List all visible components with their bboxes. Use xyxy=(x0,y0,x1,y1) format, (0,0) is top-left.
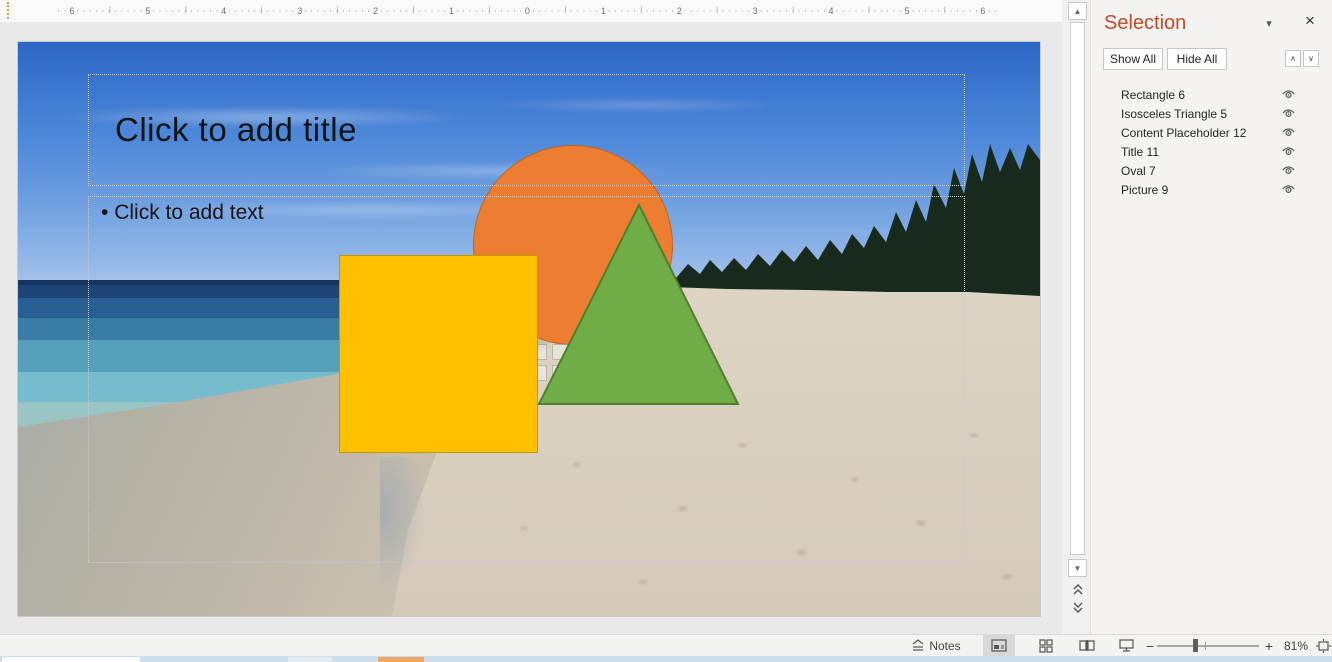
background-window-segment xyxy=(378,657,424,662)
ruler-marks: 6 | 5 | 4 | 3 | 2 | 1 | 0 | 1 | 2 | 3 | 4 | 5 | 6 xyxy=(67,0,988,22)
selection-list-item[interactable]: Isosceles Triangle 5 xyxy=(1091,105,1332,124)
ruler-mark: | xyxy=(788,0,798,22)
ruler-mark: | xyxy=(333,0,343,22)
ruler-mark: | xyxy=(257,0,267,22)
selection-pane-title: Selection xyxy=(1104,12,1186,35)
fit-to-window-icon xyxy=(1316,639,1331,653)
visibility-eye-toggle[interactable] xyxy=(1281,89,1296,100)
ruler-mark: | xyxy=(181,0,191,22)
ruler-cursor-indicator xyxy=(7,2,9,19)
double-chevron-down-icon xyxy=(1072,601,1084,613)
reading-view-button[interactable] xyxy=(1072,635,1102,656)
title-placeholder[interactable]: Click to add title xyxy=(88,74,965,186)
visibility-eye-toggle[interactable] xyxy=(1281,184,1296,195)
pane-close-button[interactable]: × xyxy=(1299,10,1321,32)
ruler-mark: | xyxy=(712,0,722,22)
scroll-up-button[interactable]: ▲ xyxy=(1068,2,1087,20)
normal-view-icon xyxy=(991,639,1007,652)
zoom-level-label[interactable]: 81% xyxy=(1278,635,1314,656)
bullet-glyph: • xyxy=(101,201,108,224)
powerpoint-window: 6|5|4|3|2|1|0|1|2|3|4|5|6 Click t xyxy=(0,0,1332,662)
isosceles-triangle-5-shape[interactable] xyxy=(537,203,740,406)
ruler-mark: 6 xyxy=(978,0,988,22)
object-name-label[interactable]: Content Placeholder 12 xyxy=(1121,126,1246,140)
double-chevron-up-icon xyxy=(1072,584,1084,596)
scrollbar-thumb[interactable] xyxy=(1070,22,1085,555)
slide-show-icon xyxy=(1119,639,1134,652)
object-name-label[interactable]: Picture 9 xyxy=(1121,183,1168,197)
slide-editing-area: Click to add title • Click to add text xyxy=(0,22,1062,634)
zoom-slider-notch xyxy=(1205,642,1206,650)
slide-canvas[interactable]: Click to add title • Click to add text xyxy=(18,42,1040,616)
ruler-mark: 5 xyxy=(902,0,912,22)
notes-label: Notes xyxy=(929,639,960,653)
horizontal-ruler[interactable]: 6 | 5 | 4 | 3 | 2 | 1 | 0 | 1 | 2 | 3 | 4 | 5 | 6 xyxy=(0,0,1062,22)
object-name-label[interactable]: Oval 7 xyxy=(1121,164,1156,178)
visibility-eye-toggle[interactable] xyxy=(1281,127,1296,138)
ruler-mark: | xyxy=(864,0,874,22)
slide-sorter-icon xyxy=(1039,639,1053,653)
ruler-mark: | xyxy=(636,0,646,22)
ruler-mark: 4 xyxy=(826,0,836,22)
selection-object-list: Rectangle 6 Isosceles Triangle 5 Content… xyxy=(1091,86,1332,200)
next-slide-button[interactable] xyxy=(1070,600,1086,613)
ruler-mark: | xyxy=(940,0,950,22)
zoom-slider-track[interactable] xyxy=(1157,645,1259,647)
content-placeholder-text: Click to add text xyxy=(114,201,263,224)
scroll-down-icon: ▼ xyxy=(1074,564,1082,573)
ruler-mark: 2 xyxy=(674,0,684,22)
visibility-eye-toggle[interactable] xyxy=(1281,165,1296,176)
content-placeholder-prompt: • Click to add text xyxy=(89,197,964,225)
visibility-eye-toggle[interactable] xyxy=(1281,108,1296,119)
status-bar: Notes − + 81% xyxy=(0,634,1332,656)
ruler-mark: 4 xyxy=(219,0,229,22)
selection-list-item[interactable]: Title 11 xyxy=(1091,143,1332,162)
zoom-out-button[interactable]: − xyxy=(1142,635,1158,656)
reading-view-icon xyxy=(1079,639,1095,652)
fit-slide-to-window-button[interactable] xyxy=(1315,635,1331,656)
object-name-label[interactable]: Title 11 xyxy=(1121,145,1159,159)
selection-list-item[interactable]: Rectangle 6 xyxy=(1091,86,1332,105)
ruler-mark: 6 xyxy=(67,0,77,22)
ruler-mark: 3 xyxy=(750,0,760,22)
object-name-label[interactable]: Rectangle 6 xyxy=(1121,88,1185,102)
bring-forward-button[interactable]: ∧ xyxy=(1285,50,1301,67)
scroll-down-button[interactable]: ▼ xyxy=(1068,559,1087,577)
slide-show-button[interactable] xyxy=(1111,635,1141,656)
ruler-mark: 2 xyxy=(371,0,381,22)
selection-list-item[interactable]: Content Placeholder 12 xyxy=(1091,124,1332,143)
pane-options-dropdown[interactable]: ▾ xyxy=(1259,14,1279,34)
zoom-slider-handle[interactable] xyxy=(1193,639,1198,652)
normal-view-button[interactable] xyxy=(983,635,1015,656)
send-backward-button[interactable]: ∨ xyxy=(1303,50,1319,67)
zoom-in-button[interactable]: + xyxy=(1261,635,1277,656)
background-window-segment xyxy=(288,657,332,662)
ruler-mark: 1 xyxy=(598,0,608,22)
visibility-eye-toggle[interactable] xyxy=(1281,146,1296,157)
ruler-mark: | xyxy=(105,0,115,22)
ruler-mark: 3 xyxy=(295,0,305,22)
slide-sorter-view-button[interactable] xyxy=(1031,635,1061,656)
ruler-mark: | xyxy=(409,0,419,22)
scroll-up-icon: ▲ xyxy=(1074,7,1082,16)
object-name-label[interactable]: Isosceles Triangle 5 xyxy=(1121,107,1227,121)
previous-slide-button[interactable] xyxy=(1070,583,1086,596)
ruler-mark: | xyxy=(560,0,570,22)
selection-list-item[interactable]: Oval 7 xyxy=(1091,162,1332,181)
hide-all-button[interactable]: Hide All xyxy=(1167,48,1227,70)
notes-toggle-button[interactable]: Notes xyxy=(908,635,964,656)
ruler-mark: 5 xyxy=(143,0,153,22)
background-window-strip xyxy=(0,656,1332,662)
vertical-scrollbar[interactable]: ▲ ▼ xyxy=(1062,0,1090,634)
selection-pane: Selection ▾ × Show All Hide All ∧ ∨ Rect… xyxy=(1090,0,1332,634)
ruler-mark: 1 xyxy=(447,0,457,22)
background-window-segment xyxy=(2,657,140,662)
show-all-button[interactable]: Show All xyxy=(1103,48,1163,70)
rectangle-6-shape[interactable] xyxy=(339,255,538,453)
selection-list-item[interactable]: Picture 9 xyxy=(1091,181,1332,200)
title-placeholder-prompt: Click to add title xyxy=(89,111,357,149)
notes-icon xyxy=(911,639,925,652)
ruler-mark: | xyxy=(484,0,494,22)
ruler-mark: 0 xyxy=(522,0,532,22)
